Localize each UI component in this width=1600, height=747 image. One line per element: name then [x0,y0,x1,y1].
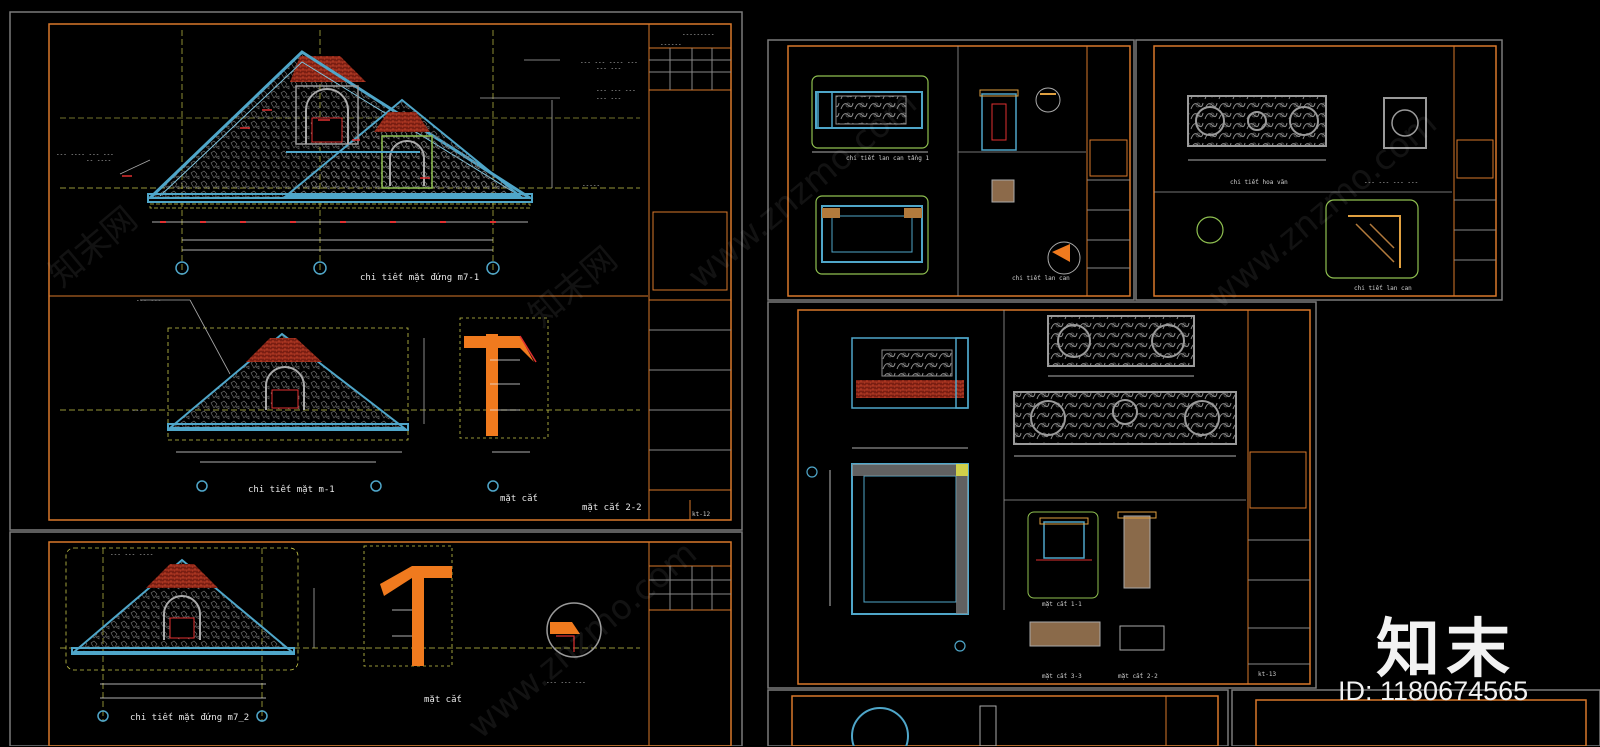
r2-label-b: chi tiết lan can [1354,285,1412,292]
bottom-section-title: mặt cắt [424,694,462,705]
svg-text:-----: ----- [582,182,600,189]
sheet-left-bottom: --- --- ---- chi tiết mặt đứng m7_2 mặt … [9,531,743,746]
sheet-left-top: --------- ------ kt-12 --- ---- --- --- … [9,11,743,531]
dimension-chain-top [152,221,528,251]
r2-label-a: chi tiết hoa văn [1230,179,1288,186]
svg-text:---: --- [132,407,143,414]
gable-elevation-top: --- ---- --- --- -- ---- --- --- ---- --… [56,50,638,209]
section-2-2-title: mặt cắt 2-2 [582,502,642,513]
r3-section-3-label: mặt cắt 3-3 [1042,673,1082,680]
sheet-right-mid: mặt cắt 1-1 mặt cắt 3-3 mặt cắt 2-2 kt-1… [767,301,1317,689]
gable-elevation-mid: --- --- --- [132,297,425,463]
top-gable-title: chi tiết mặt đứng m7-1 [360,272,479,283]
mid-section-title: mặt cắt [500,493,538,504]
bottom-gable-title: chi tiết mặt đứng m7_2 [130,712,249,723]
small-sections [1027,511,1165,651]
column-section [979,87,1081,275]
balustrade-plan [815,195,929,275]
svg-text:--- ---: --- --- [596,65,621,72]
relief-panels [1013,315,1237,457]
sheet-code: kt-12 [692,511,710,518]
r1-label-b: chi tiết lan can [1012,275,1070,282]
svg-text:--- ---: --- --- [136,297,161,304]
svg-text:--- --- ----: --- --- ---- [110,551,153,558]
r3-section-2-label: mặt cắt 2-2 [1118,673,1158,680]
mid-gable-title: chi tiết mặt m-1 [248,484,335,495]
svg-text:-- ----: -- ---- [86,157,111,164]
svg-text:------: ------ [660,41,682,48]
r3-sheet-code: kt-13 [1258,671,1276,678]
sheet-right-top-2: chi tiết hoa văn --- --- --- --- chi tiế… [1135,39,1503,301]
svg-text:--- ---: --- --- [596,95,621,102]
section-detail-mid [459,317,549,453]
watermark-id: ID: 1180674565 [1338,676,1529,706]
svg-text:---------: --------- [682,31,715,38]
svg-text:--- --- ---: --- --- --- [596,87,636,94]
cad-drawing-canvas: --------- ------ kt-12 --- ---- --- --- … [9,11,1600,746]
balcony-plan [806,447,969,652]
r3-section-1-label: mặt cắt 1-1 [1042,601,1082,608]
balustrade-elevation-2 [851,337,969,409]
